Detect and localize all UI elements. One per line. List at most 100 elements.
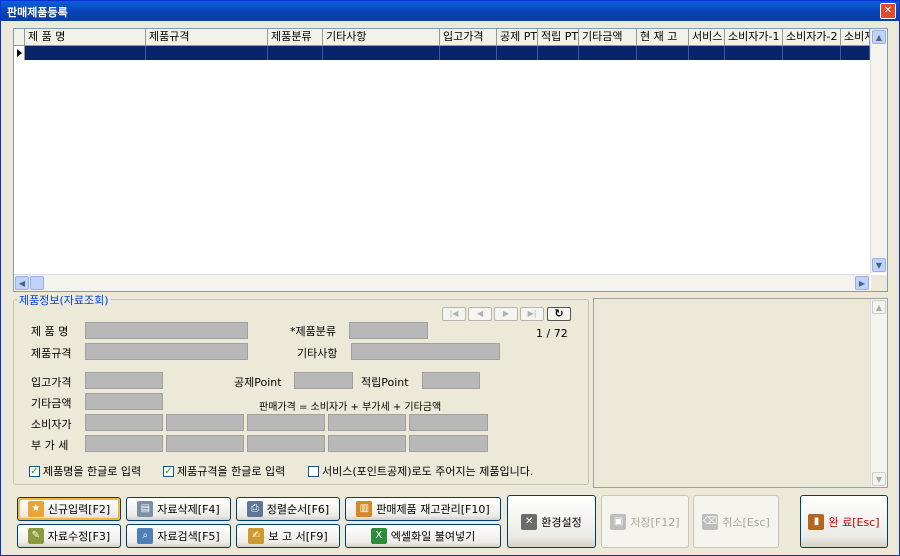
table-cell[interactable] [725, 46, 783, 60]
checkbox-check-icon: ✓ [163, 465, 174, 477]
next-record-button[interactable]: ▶ [494, 307, 518, 321]
category-field[interactable] [349, 322, 428, 339]
consumer-price-field-5[interactable] [409, 414, 488, 431]
name-field[interactable] [85, 322, 248, 339]
col-header-etc[interactable]: 기타사항 [323, 29, 440, 45]
report-button[interactable]: ✍ 보 고 서[F9] [236, 524, 340, 548]
table-cell[interactable] [538, 46, 579, 60]
col-header-service[interactable]: 서비스 [689, 29, 725, 45]
consumer-price-field-1[interactable] [85, 414, 163, 431]
col-header-consumer2[interactable]: 소비자가-2 [783, 29, 841, 45]
table-cell[interactable] [783, 46, 841, 60]
cancel-icon: ⌫ [702, 513, 719, 530]
vat-field-5[interactable] [409, 435, 488, 452]
trash-icon: ▤ [137, 501, 154, 517]
row-pointer-icon [14, 46, 25, 60]
excel-paste-button[interactable]: X 엑셀화일 불여넣기 [345, 524, 501, 548]
label-etc-amount: 기타금액 [31, 397, 72, 410]
prev-record-button[interactable]: ◀ [468, 307, 492, 321]
search-icon: ⌕ [137, 528, 154, 544]
vat-field-3[interactable] [247, 435, 325, 452]
label-deduct-point: 공제Point [234, 376, 282, 389]
refresh-icon[interactable]: ↻ [547, 307, 571, 321]
checkbox-label: 제품규격을 한글로 입력 [177, 465, 286, 478]
done-button[interactable]: ▮ 완 료[Esc] [800, 495, 888, 548]
settings-button[interactable]: ✕ 환경설정 [507, 495, 596, 548]
col-header-consumer1[interactable]: 소비자가-1 [725, 29, 783, 45]
table-cell[interactable] [25, 46, 146, 60]
scroll-right-icon[interactable]: ▶ [855, 276, 869, 290]
table-cell[interactable] [689, 46, 725, 60]
vat-field-1[interactable] [85, 435, 163, 452]
deduct-point-field[interactable] [294, 372, 353, 389]
grid-header: 제 품 명 제품규격 제품분류 기타사항 입고가격 공제 PT 적립 PT 기타… [14, 29, 870, 46]
door-icon: ▮ [808, 513, 825, 530]
col-header-spec[interactable]: 제품규격 [146, 29, 268, 45]
table-cell[interactable] [841, 46, 870, 60]
scroll-up-icon[interactable]: ▲ [872, 300, 886, 314]
in-price-field[interactable] [85, 372, 163, 389]
col-header-in-price[interactable]: 입고가격 [440, 29, 497, 45]
spec-field[interactable] [85, 343, 248, 360]
etc-amount-field[interactable] [85, 393, 163, 410]
sort-order-button[interactable]: ⎙ 정렬순서[F6] [236, 497, 340, 521]
delete-label: 자료삭제[F4] [157, 503, 220, 516]
done-label: 완 료[Esc] [828, 515, 880, 529]
table-cell[interactable] [268, 46, 323, 60]
printer-icon: ⎙ [246, 501, 263, 517]
scroll-corner [871, 275, 887, 291]
report-label: 보 고 서[F9] [268, 530, 328, 543]
horizontal-scrollbar[interactable]: ◀ ▶ [14, 274, 870, 291]
cancel-button[interactable]: ⌫ 취소[Esc] [693, 495, 779, 548]
stock-management-button[interactable]: ▥ 판매제품 재고관리[F10] [345, 497, 501, 521]
etc-field[interactable] [351, 343, 500, 360]
delete-button[interactable]: ▤ 자료삭제[F4] [126, 497, 231, 521]
table-row[interactable] [14, 46, 870, 60]
consumer-price-field-3[interactable] [247, 414, 325, 431]
tools-icon: ✕ [521, 513, 538, 530]
title-bar[interactable]: 판매제품등록 ✕ [1, 1, 899, 21]
memo-panel[interactable]: ▲ ▼ [593, 298, 888, 488]
label-etc: 기타사항 [297, 347, 338, 360]
col-header-category[interactable]: 제품분류 [268, 29, 323, 45]
new-icon: ★ [27, 501, 44, 517]
search-button[interactable]: ⌕ 자료검색[F5] [126, 524, 231, 548]
col-header-etc-amount[interactable]: 기타금액 [579, 29, 637, 45]
table-cell[interactable] [637, 46, 689, 60]
col-header-deduct-pt[interactable]: 공제 PT [497, 29, 538, 45]
first-record-button[interactable]: |◀ [442, 307, 466, 321]
save-point-field[interactable] [422, 372, 480, 389]
scroll-left-icon[interactable]: ◀ [15, 276, 29, 290]
scroll-thumb[interactable] [30, 276, 44, 290]
col-header-consumer3[interactable]: 소비자 [841, 29, 870, 45]
vertical-scrollbar[interactable]: ▲ ▼ [870, 29, 887, 273]
scroll-down-icon[interactable]: ▼ [872, 258, 886, 272]
product-grid[interactable]: 제 품 명 제품규격 제품분류 기타사항 입고가격 공제 PT 적립 PT 기타… [13, 28, 888, 292]
scroll-down-icon[interactable]: ▼ [872, 472, 886, 486]
close-button[interactable]: ✕ [880, 3, 896, 19]
consumer-price-field-4[interactable] [328, 414, 406, 431]
row-indicator-header [14, 29, 25, 45]
vat-field-2[interactable] [166, 435, 244, 452]
col-header-stock[interactable]: 현 재 고 [637, 29, 689, 45]
new-entry-button[interactable]: ★ 신규입력[F2] [17, 497, 121, 521]
last-record-button[interactable]: ▶| [520, 307, 544, 321]
vat-field-4[interactable] [328, 435, 406, 452]
memo-scrollbar[interactable]: ▲ ▼ [870, 299, 887, 487]
table-cell[interactable] [497, 46, 538, 60]
edit-button[interactable]: ✎ 자료수정[F3] [17, 524, 121, 548]
col-header-save-pt[interactable]: 적립 PT [538, 29, 579, 45]
korean-name-checkbox[interactable]: ✓ 제품명을 한글로 입력 [29, 463, 141, 479]
col-header-name[interactable]: 제 품 명 [25, 29, 146, 45]
table-cell[interactable] [440, 46, 497, 60]
service-product-checkbox[interactable]: 서비스(포인트공제)로도 주어지는 제품입니다. [308, 463, 533, 479]
excel-paste-label: 엑셀화일 불여넣기 [390, 530, 476, 543]
consumer-price-field-2[interactable] [166, 414, 244, 431]
table-cell[interactable] [146, 46, 268, 60]
scroll-up-icon[interactable]: ▲ [872, 30, 886, 44]
label-spec: 제품규격 [31, 347, 72, 360]
table-cell[interactable] [579, 46, 637, 60]
table-cell[interactable] [323, 46, 440, 60]
korean-spec-checkbox[interactable]: ✓ 제품규격을 한글로 입력 [163, 463, 285, 479]
save-button[interactable]: ▣ 저장[F12] [601, 495, 689, 548]
